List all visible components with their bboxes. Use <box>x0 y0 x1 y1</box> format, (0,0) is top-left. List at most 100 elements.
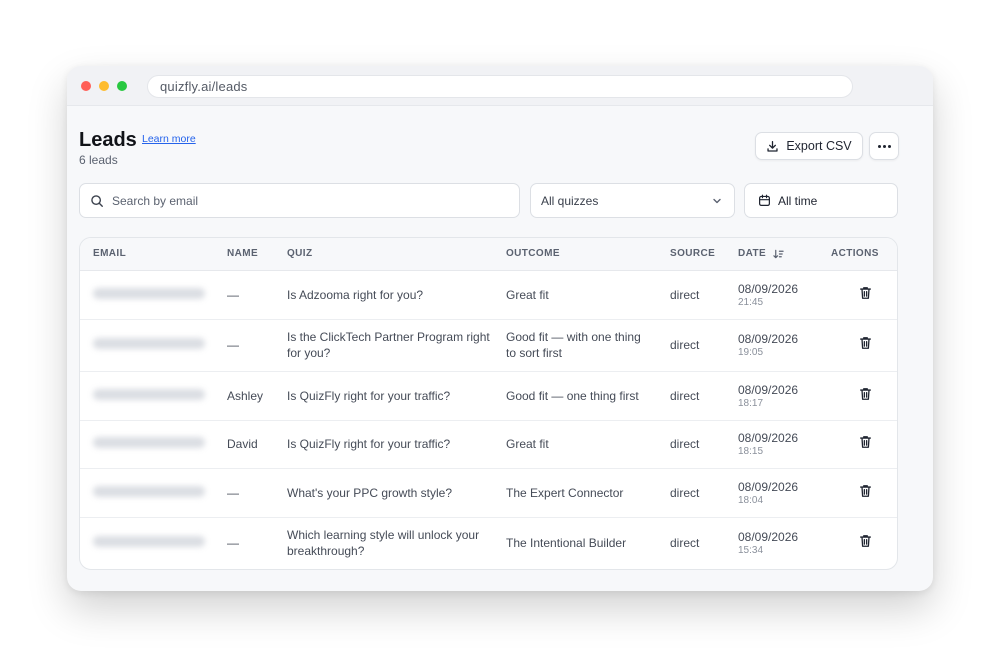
blurred-email <box>93 338 205 349</box>
date-value: 08/09/2026 <box>738 529 799 544</box>
maximize-window-button[interactable] <box>117 81 127 91</box>
calendar-icon <box>759 194 770 206</box>
export-csv-button[interactable]: Export CSV <box>755 132 863 160</box>
cell-date: 08/09/2026 21:45 <box>738 270 831 320</box>
quiz-filter-select[interactable]: All quizzes <box>530 183 735 218</box>
time-filter-value: All time <box>778 193 818 208</box>
blurred-email <box>93 287 205 299</box>
cell-email[interactable] <box>80 517 227 568</box>
column-header-actions: ACTIONS <box>831 238 897 271</box>
more-options-button[interactable] <box>869 132 899 160</box>
cell-quiz: Is QuizFly right for your traffic? <box>287 420 506 469</box>
date-value: 08/09/2026 <box>738 479 799 494</box>
trash-icon[interactable] <box>859 534 872 548</box>
minimize-window-button[interactable] <box>99 81 109 91</box>
time-value: 15:34 <box>738 544 764 556</box>
quiz-filter-value: All quizzes <box>541 193 599 208</box>
cell-name: — <box>227 468 287 518</box>
search-icon <box>91 194 103 207</box>
export-csv-label: Export CSV <box>786 139 852 153</box>
cell-outcome: Good fit — one thing first <box>506 371 670 421</box>
address-bar[interactable]: quizfly.ai/leads <box>147 75 853 98</box>
cell-outcome: The Expert Connector <box>506 468 670 518</box>
date-value: 08/09/2026 <box>738 332 799 346</box>
table-row[interactable]: — Is the ClickTech Partner Program right… <box>80 319 897 372</box>
cell-email[interactable] <box>80 468 227 518</box>
blurred-email <box>93 535 205 547</box>
time-filter-select[interactable]: All time <box>744 183 898 218</box>
learn-more-link[interactable]: Learn more <box>142 133 196 145</box>
cell-actions <box>831 420 897 469</box>
cell-date: 08/09/2026 15:34 <box>738 517 831 568</box>
trash-icon[interactable] <box>859 286 872 300</box>
table-row[interactable]: — Is Adzooma right for you? Great fit di… <box>80 270 897 320</box>
cell-source: direct <box>670 270 738 320</box>
time-value: 21:45 <box>738 296 764 308</box>
cell-name: Ashley <box>227 371 287 421</box>
table-row[interactable]: Ashley Is QuizFly right for your traffic… <box>80 371 897 421</box>
cell-quiz: Which learning style will unlock your br… <box>287 527 480 558</box>
cell-email[interactable] <box>80 371 227 421</box>
trash-icon[interactable] <box>859 336 872 350</box>
table-header-row: EMAIL NAME QUIZ OUTCOME SOURCE DATE ACTI… <box>80 238 897 271</box>
cell-source: direct <box>670 535 700 550</box>
cell-actions <box>831 468 897 518</box>
blurred-email <box>93 485 205 497</box>
time-value: 19:05 <box>738 347 764 358</box>
cell-date: 08/09/2026 19:05 <box>738 319 831 372</box>
cell-source: direct <box>670 468 738 518</box>
cell-outcome: Great fit <box>506 270 670 320</box>
date-value: 08/09/2026 <box>738 281 799 296</box>
time-value: 18:15 <box>738 446 764 457</box>
blurred-email <box>93 388 205 400</box>
cell-outcome: The Intentional Builder <box>506 535 627 550</box>
date-value: 08/09/2026 <box>738 431 799 445</box>
column-header-date-label: DATE <box>738 248 767 260</box>
cell-email[interactable] <box>80 319 227 372</box>
search-placeholder: Search by email <box>112 193 199 208</box>
column-header-outcome[interactable]: OUTCOME <box>506 238 670 271</box>
table-row[interactable]: David Is QuizFly right for your traffic?… <box>80 420 897 469</box>
more-horizontal-icon <box>877 144 891 148</box>
trash-icon[interactable] <box>859 484 872 498</box>
column-header-email[interactable]: EMAIL <box>80 238 227 271</box>
cell-date: 08/09/2026 18:04 <box>738 468 831 518</box>
leads-table: EMAIL NAME QUIZ OUTCOME SOURCE DATE ACTI… <box>79 237 898 570</box>
cell-email[interactable] <box>80 420 227 469</box>
cell-date: 08/09/2026 18:15 <box>738 420 831 469</box>
cell-name: — <box>227 535 239 550</box>
cell-source: direct <box>670 420 738 469</box>
date-value: 08/09/2026 <box>738 382 799 397</box>
cell-date: 08/09/2026 18:17 <box>738 371 831 421</box>
page-title: Leads <box>79 129 137 151</box>
trash-icon[interactable] <box>859 435 872 449</box>
browser-chrome: quizfly.ai/leads <box>67 66 933 106</box>
cell-outcome: Great fit <box>506 420 670 469</box>
cell-email[interactable] <box>80 270 227 320</box>
cell-source: direct <box>670 319 738 372</box>
download-icon <box>767 140 778 152</box>
cell-name: — <box>227 319 287 372</box>
cell-outcome: Good fit — with one thing to sort first <box>506 319 670 372</box>
blurred-email <box>93 437 205 448</box>
cell-quiz: Is QuizFly right for your traffic? <box>287 371 506 421</box>
column-header-name[interactable]: NAME <box>227 238 287 271</box>
cell-actions <box>831 517 897 568</box>
time-value: 18:04 <box>738 494 764 506</box>
column-header-source[interactable]: SOURCE <box>670 238 738 271</box>
table-row[interactable]: — What's your PPC growth style? The Expe… <box>80 468 897 518</box>
table-row[interactable]: — Which learning style will unlock your … <box>80 517 897 568</box>
close-window-button[interactable] <box>81 81 91 91</box>
trash-icon[interactable] <box>859 387 872 401</box>
leads-count: 6 leads <box>79 153 118 167</box>
cell-name: — <box>227 270 287 320</box>
sort-descending-icon[interactable] <box>773 249 784 259</box>
cell-name: David <box>227 420 287 469</box>
chevron-down-icon <box>713 198 721 203</box>
cell-actions <box>831 270 897 320</box>
cell-quiz: Is the ClickTech Partner Program right f… <box>287 319 506 372</box>
leads-page: Leads Learn more 6 leads Export CSV Sear… <box>67 107 933 591</box>
search-input[interactable]: Search by email <box>79 183 520 218</box>
column-header-date[interactable]: DATE <box>738 238 831 271</box>
column-header-quiz[interactable]: QUIZ <box>287 238 506 271</box>
